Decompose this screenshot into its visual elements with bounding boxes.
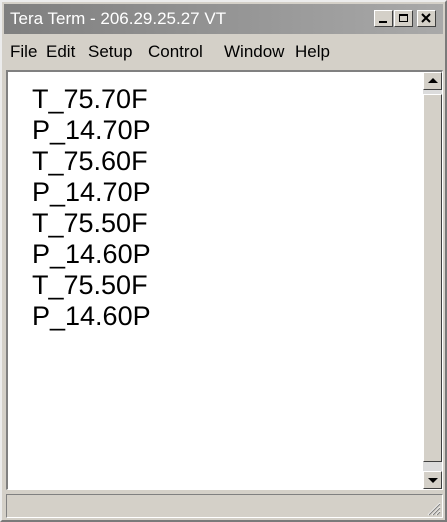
- resize-grip-icon[interactable]: [425, 500, 441, 516]
- tera-term-window: Tera Term - 206.29.25.27 VT File Edit Se…: [0, 0, 447, 522]
- terminal-line: P_14.70P: [32, 177, 151, 207]
- terminal-line: T_75.50F: [32, 208, 148, 238]
- maximize-icon: [399, 14, 408, 22]
- minimize-button[interactable]: [374, 10, 393, 27]
- menu-control[interactable]: Control: [148, 42, 203, 62]
- vertical-scrollbar[interactable]: [423, 72, 442, 489]
- menu-setup[interactable]: Setup: [88, 42, 132, 62]
- close-icon: [421, 13, 431, 23]
- terminal-area[interactable]: T_75.70F P_14.70P T_75.60F P_14.70P T_75…: [6, 70, 443, 490]
- status-bar: [6, 494, 443, 518]
- title-bar[interactable]: Tera Term - 206.29.25.27 VT: [4, 4, 443, 34]
- terminal-line: T_75.70F: [32, 84, 148, 114]
- menu-window[interactable]: Window: [224, 42, 284, 62]
- menu-edit[interactable]: Edit: [46, 42, 75, 62]
- scroll-up-button[interactable]: [423, 72, 442, 90]
- terminal-line: P_14.60P: [32, 301, 151, 331]
- close-button[interactable]: [417, 10, 436, 27]
- window-title: Tera Term - 206.29.25.27 VT: [10, 9, 227, 28]
- terminal-line: P_14.60P: [32, 239, 151, 269]
- scroll-down-button[interactable]: [423, 471, 442, 489]
- menu-bar: File Edit Setup Control Window Help: [4, 36, 443, 66]
- maximize-button[interactable]: [394, 10, 413, 27]
- menu-help[interactable]: Help: [295, 42, 330, 62]
- terminal-line: T_75.60F: [32, 146, 148, 176]
- scrollbar-thumb[interactable]: [423, 94, 442, 462]
- arrow-up-icon: [428, 78, 438, 83]
- menu-file[interactable]: File: [10, 42, 37, 62]
- terminal-line: P_14.70P: [32, 115, 151, 145]
- terminal-line: T_75.50F: [32, 270, 148, 300]
- terminal-output[interactable]: T_75.70F P_14.70P T_75.60F P_14.70P T_75…: [32, 84, 422, 484]
- arrow-down-icon: [428, 478, 438, 483]
- minimize-icon: [379, 21, 387, 23]
